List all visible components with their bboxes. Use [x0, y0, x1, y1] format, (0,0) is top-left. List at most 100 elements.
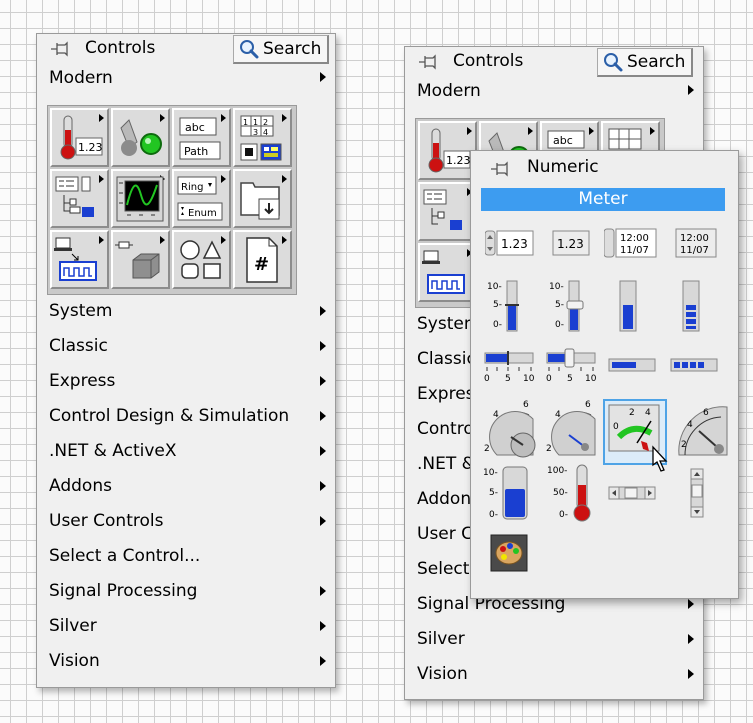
horizontal-scrollbar[interactable] — [607, 483, 659, 503]
vertical-scrollbar[interactable] — [687, 467, 707, 521]
enum-label: Enum — [188, 208, 217, 219]
vslide-tick-10: 10- — [549, 282, 564, 292]
tank-tick-0: 0- — [489, 510, 498, 520]
refnum-palette-tile[interactable]: # — [233, 230, 292, 289]
select-a-control[interactable]: Select a Control... — [49, 540, 200, 572]
chevron-right-icon — [320, 586, 326, 596]
vertical-fill-slide[interactable]: 10- 5- 0- — [547, 279, 597, 335]
numeric-palette-tile[interactable]: 1.23 — [418, 121, 477, 180]
category-modern[interactable]: Modern — [417, 75, 481, 107]
search-button[interactable]: Search — [233, 35, 330, 64]
path-label: Path — [184, 145, 208, 158]
search-label: Search — [627, 52, 686, 72]
chevron-right-icon — [320, 481, 326, 491]
category-control-design-simulation[interactable]: Control Design & Simulation — [49, 400, 289, 432]
io-waveform-icon — [422, 250, 465, 294]
hash-label: # — [254, 254, 269, 275]
category-silver[interactable]: Silver — [417, 623, 465, 655]
category-vision[interactable]: Vision — [417, 658, 468, 690]
3d-graphics-palette-tile[interactable] — [111, 230, 170, 289]
chevron-right-icon — [320, 411, 326, 421]
gauge-indicator[interactable]: 2 4 6 — [671, 397, 731, 459]
numeric-control[interactable]: 1.23 — [485, 229, 535, 257]
time-stamp-indicator[interactable]: 12:00 11/07 — [674, 227, 718, 259]
toggle-switch-led-icon — [120, 119, 162, 156]
numeric-subpalette: Numeric Meter 1.23 1.23 12:00 11/07 12:0… — [470, 150, 739, 599]
search-button[interactable]: Search — [597, 48, 694, 77]
thermometer-indicator[interactable]: 100- 50- 0- — [545, 463, 601, 523]
category-dotnet-activex[interactable]: .NET & ActiveX — [49, 435, 177, 467]
chevron-right-icon — [320, 376, 326, 386]
pin-icon[interactable] — [417, 52, 439, 72]
tank-tick-5: 5- — [489, 488, 498, 498]
category-modern[interactable]: Modern — [49, 62, 113, 94]
io-palette-tile[interactable] — [50, 230, 109, 289]
array-cell-2: 1 — [253, 118, 258, 127]
hslide-tick-10: 10 — [523, 374, 535, 383]
palette-titlebar[interactable]: Controls Search — [37, 34, 335, 64]
list-table-tree-palette-tile[interactable] — [418, 182, 477, 241]
ring-enum-icon: Ring Enum — [177, 176, 223, 221]
array-cell-5: 4 — [263, 128, 268, 137]
array-matrix-palette-tile[interactable]: 1 1 2 3 4 — [233, 108, 292, 167]
horizontal-fill-slide[interactable]: 0 5 10 — [545, 347, 601, 383]
palette-title: Controls — [85, 38, 156, 58]
time-line2: 11/07 — [680, 245, 709, 256]
graph-palette-tile[interactable] — [111, 169, 170, 228]
pin-icon[interactable] — [489, 159, 511, 179]
palette-titlebar[interactable]: Controls Search — [405, 47, 703, 77]
vertical-progress-bar[interactable] — [616, 279, 640, 335]
category-signal-processing[interactable]: Signal Processing — [49, 575, 197, 607]
tank-indicator[interactable]: 10- 5- 0- — [483, 465, 533, 523]
list-table-tree-palette-tile[interactable] — [50, 169, 109, 228]
meter-tick-0: 0 — [613, 422, 619, 432]
meter-tick-2: 2 — [629, 408, 635, 418]
category-silver[interactable]: Silver — [49, 610, 97, 642]
folder-container-icon — [240, 182, 280, 220]
category-express[interactable]: Express — [49, 365, 115, 397]
vertical-graduated-bar[interactable] — [679, 279, 703, 335]
chevron-right-icon — [320, 446, 326, 456]
category-classic[interactable]: Classic — [49, 330, 108, 362]
knob-tick-6: 6 — [585, 400, 591, 410]
category-classic[interactable]: Classic — [417, 343, 476, 375]
numeric-indicator[interactable]: 1.23 — [551, 229, 591, 257]
category-user-controls[interactable]: User Controls — [49, 505, 163, 537]
time-line1: 12:00 — [680, 233, 709, 244]
dial-control[interactable]: 2 4 6 — [545, 397, 601, 459]
category-vision[interactable]: Vision — [49, 645, 100, 677]
chevron-right-icon — [320, 656, 326, 666]
3d-cube-icon — [115, 241, 160, 279]
io-palette-tile[interactable] — [418, 243, 477, 302]
boolean-palette-tile[interactable] — [111, 108, 170, 167]
tank-tick-10: 10- — [483, 468, 498, 478]
gauge-tick-2: 2 — [681, 440, 687, 450]
hslide-tick-0: 0 — [546, 374, 552, 383]
decorations-palette-tile[interactable] — [172, 230, 231, 289]
chevron-right-icon — [320, 341, 326, 351]
numeric-label: 1.23 — [78, 141, 103, 154]
pin-icon[interactable] — [49, 39, 71, 59]
vertical-pointer-slide[interactable]: 10- 5- 0- — [485, 279, 535, 335]
time-stamp-control[interactable]: 12:00 11/07 — [604, 227, 658, 259]
list-tree-icon — [423, 189, 462, 230]
gauge-tick-4: 4 — [687, 420, 693, 430]
numeric-palette-tile[interactable]: 1.23 — [50, 108, 109, 167]
category-addons[interactable]: Addons — [49, 470, 112, 502]
horizontal-pointer-slide[interactable]: 0 5 10 — [483, 347, 539, 383]
color-box-control[interactable] — [489, 533, 529, 573]
string-path-icon: abc Path — [179, 117, 221, 160]
hslide-tick-10: 10 — [585, 374, 597, 383]
ring-enum-palette-tile[interactable]: Ring Enum — [172, 169, 231, 228]
knob-tick-2: 2 — [484, 444, 490, 454]
chevron-right-icon — [320, 306, 326, 316]
category-system[interactable]: System — [49, 295, 112, 327]
string-path-palette-tile[interactable]: abc Path — [172, 108, 231, 167]
time-line2: 11/07 — [620, 245, 649, 256]
search-icon — [604, 53, 623, 72]
knob-control[interactable]: 2 4 6 — [483, 397, 539, 459]
thermo-tick-50: 50- — [553, 488, 568, 498]
horizontal-progress-bar[interactable] — [607, 357, 659, 375]
horizontal-graduated-bar[interactable] — [669, 357, 721, 375]
containers-palette-tile[interactable] — [233, 169, 292, 228]
